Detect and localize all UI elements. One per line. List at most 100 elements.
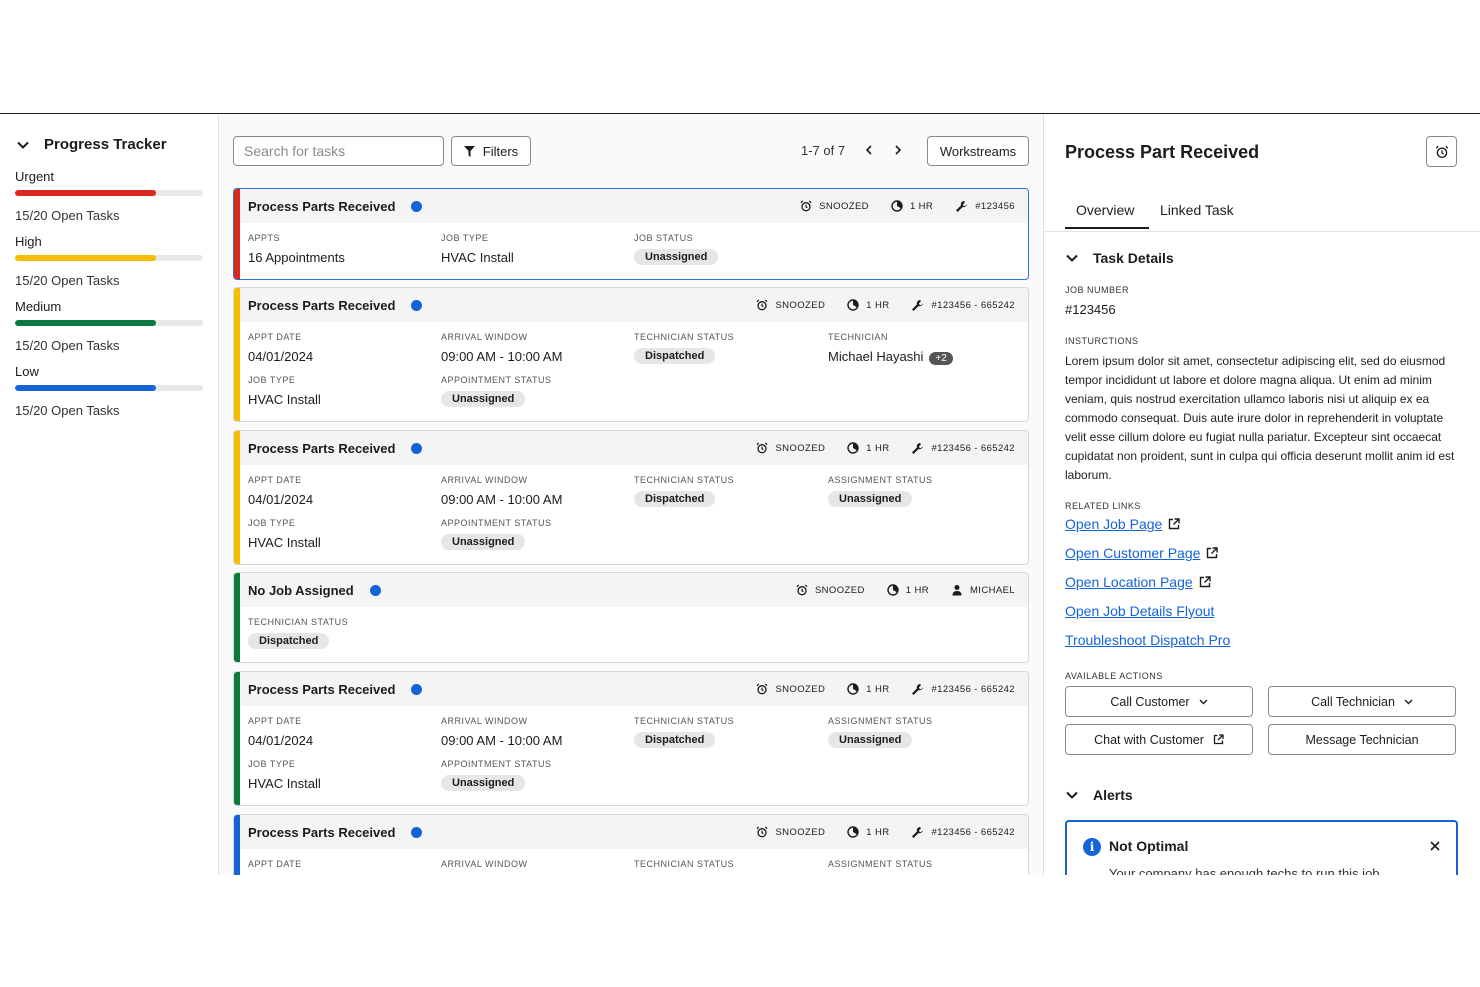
close-alert-button[interactable] xyxy=(1426,837,1444,855)
task-card-header: No Job Assigned SNOOZED 1 HR MICHAEL xyxy=(240,573,1028,607)
progress-tracker-title: Progress Tracker xyxy=(44,136,167,153)
message-technician-button[interactable]: Message Technician xyxy=(1268,724,1456,755)
status-pill: Unassigned xyxy=(828,491,913,507)
progress-bar-fill xyxy=(15,320,156,326)
progress-bar xyxy=(15,190,203,196)
task-field: ASSIGNMENT STATUS xyxy=(828,859,933,869)
chevron-right-icon xyxy=(895,145,902,155)
filters-button[interactable]: Filters xyxy=(451,136,531,166)
priority-level-medium: Medium 15/20 Open Tasks xyxy=(15,299,203,353)
task-field: JOB STATUS Unassigned xyxy=(634,233,719,265)
field-value: HVAC Install xyxy=(248,392,321,407)
detail-title: Process Part Received xyxy=(1065,142,1260,162)
field-value-text: HVAC Install xyxy=(441,250,514,265)
related-link[interactable]: Open Job Page xyxy=(1065,516,1180,532)
field-label: ASSIGNMENT STATUS xyxy=(828,716,933,726)
task-card[interactable]: Process Parts Received SNOOZED 1 HR #123456… xyxy=(233,188,1029,280)
related-link-label: Troubleshoot Dispatch Pro xyxy=(1065,632,1231,648)
field-value: Michael Hayashi +2 xyxy=(828,349,953,365)
priority-level-name: Urgent xyxy=(15,169,55,184)
alarm-clock-icon xyxy=(756,683,768,695)
field-value-text: 09:00 AM - 10:00 AM xyxy=(441,733,563,748)
alert-title: Not Optimal xyxy=(1109,838,1189,854)
task-field: ARRIVAL WINDOW 09:00 AM - 10:00 AM xyxy=(441,716,562,748)
related-link[interactable]: Open Job Details Flyout xyxy=(1065,603,1214,619)
open-tasks-count: 15/20 Open Tasks xyxy=(15,403,120,418)
external-link-icon xyxy=(1169,518,1180,530)
external-link-icon xyxy=(1207,547,1219,559)
field-label: ARRIVAL WINDOW xyxy=(441,716,528,726)
call-technician-button[interactable]: Call Technician xyxy=(1268,686,1456,717)
status-pill: Dispatched xyxy=(634,732,716,748)
task-card[interactable]: Process Parts Received SNOOZED 1 HR #123456… xyxy=(233,430,1029,565)
timer-icon xyxy=(847,299,859,311)
task-field: TECHNICIAN STATUS Dispatched xyxy=(248,617,348,649)
task-field: JOB TYPE HVAC Install xyxy=(248,759,321,791)
chevron-down-icon xyxy=(1066,254,1078,262)
tab-overview[interactable]: Overview xyxy=(1076,202,1134,218)
workstreams-button[interactable]: Workstreams xyxy=(927,136,1029,166)
chat-customer-button[interactable]: Chat with Customer xyxy=(1065,724,1253,755)
priority-level-name: Low xyxy=(15,364,39,379)
task-meta: SNOOZED 1 HR #123456 xyxy=(800,189,1015,223)
task-card[interactable]: Process Parts Received SNOOZED 1 HR #123456… xyxy=(233,814,1029,875)
field-label: ASSIGNMENT STATUS xyxy=(828,859,933,869)
prev-page-button[interactable] xyxy=(860,141,878,159)
unread-dot xyxy=(411,299,423,311)
task-reference: #123456 - 665242 xyxy=(931,442,1015,454)
field-value: 09:00 AM - 10:00 AM xyxy=(441,733,562,748)
related-link[interactable]: Open Location Page xyxy=(1065,574,1211,590)
filters-label: Filters xyxy=(482,143,519,159)
task-duration: 1 HR xyxy=(866,299,890,311)
task-card[interactable]: Process Parts Received SNOOZED 1 HR #123456… xyxy=(233,671,1029,806)
task-duration: 1 HR xyxy=(866,442,890,454)
related-link[interactable]: Open Customer Page xyxy=(1065,545,1219,561)
field-label: APPT DATE xyxy=(248,716,302,726)
tab-linked-task[interactable]: Linked Task xyxy=(1160,202,1234,218)
field-value-text: Michael Hayashi xyxy=(828,349,924,364)
task-duration: 1 HR xyxy=(866,826,890,838)
field-label: APPT DATE xyxy=(248,332,302,342)
alerts-section-header[interactable]: Alerts xyxy=(1065,787,1133,803)
status-pill: Unassigned xyxy=(634,249,719,265)
snooze-status: SNOOZED xyxy=(775,299,826,311)
app-window: Progress Tracker Urgent 15/20 Open Tasks H… xyxy=(0,113,1480,875)
task-meta: SNOOZED 1 HR #123456 - 665242 xyxy=(756,815,1015,849)
task-title: Process Parts Received xyxy=(248,440,396,456)
field-label: TECHNICIAN STATUS xyxy=(634,332,735,342)
task-field: JOB TYPE HVAC Install xyxy=(248,518,321,550)
call-customer-button[interactable]: Call Customer xyxy=(1065,686,1253,717)
task-card[interactable]: No Job Assigned SNOOZED 1 HR MICHAEL TECHNIC… xyxy=(233,572,1029,663)
task-details-section-header[interactable]: Task Details xyxy=(1065,250,1174,266)
external-link-icon xyxy=(1213,734,1224,745)
field-value-text: HVAC Install xyxy=(248,535,321,550)
status-pill: Unassigned xyxy=(828,732,913,748)
search-input[interactable] xyxy=(233,136,444,166)
field-value-text: 04/01/2024 xyxy=(248,349,314,364)
field-value-text: 09:00 AM - 10:00 AM xyxy=(441,492,563,507)
task-field: TECHNICIAN STATUS Dispatched xyxy=(634,475,734,507)
task-card[interactable]: Process Parts Received SNOOZED 1 HR #123456… xyxy=(233,287,1029,422)
next-page-button[interactable] xyxy=(889,141,907,159)
task-reference: #123456 - 665242 xyxy=(931,683,1015,695)
related-link[interactable]: Troubleshoot Dispatch Pro xyxy=(1065,632,1230,648)
task-duration: 1 HR xyxy=(866,683,890,695)
field-label: JOB TYPE xyxy=(441,233,489,243)
workstreams-label: Workstreams xyxy=(939,143,1017,159)
task-field: ARRIVAL WINDOW xyxy=(441,859,528,869)
field-label: ASSIGNMENT STATUS xyxy=(828,475,933,485)
field-value: 04/01/2024 xyxy=(248,733,313,748)
progress-bar-fill xyxy=(15,190,156,196)
snooze-button[interactable] xyxy=(1426,136,1457,167)
field-label: TECHNICIAN STATUS xyxy=(634,716,735,726)
task-meta: SNOOZED 1 HR MICHAEL xyxy=(796,573,1015,607)
task-title: Process Parts Received xyxy=(248,681,396,697)
progress-bar xyxy=(15,385,203,391)
call-customer-label: Call Customer xyxy=(1110,694,1190,709)
progress-tracker-header[interactable]: Progress Tracker xyxy=(16,136,167,153)
priority-level-name: Medium xyxy=(15,299,62,314)
timer-icon xyxy=(847,683,859,695)
task-title: No Job Assigned xyxy=(248,582,354,598)
field-value-text: 16 Appointments xyxy=(248,250,345,265)
field-label: TECHNICIAN STATUS xyxy=(634,475,735,485)
